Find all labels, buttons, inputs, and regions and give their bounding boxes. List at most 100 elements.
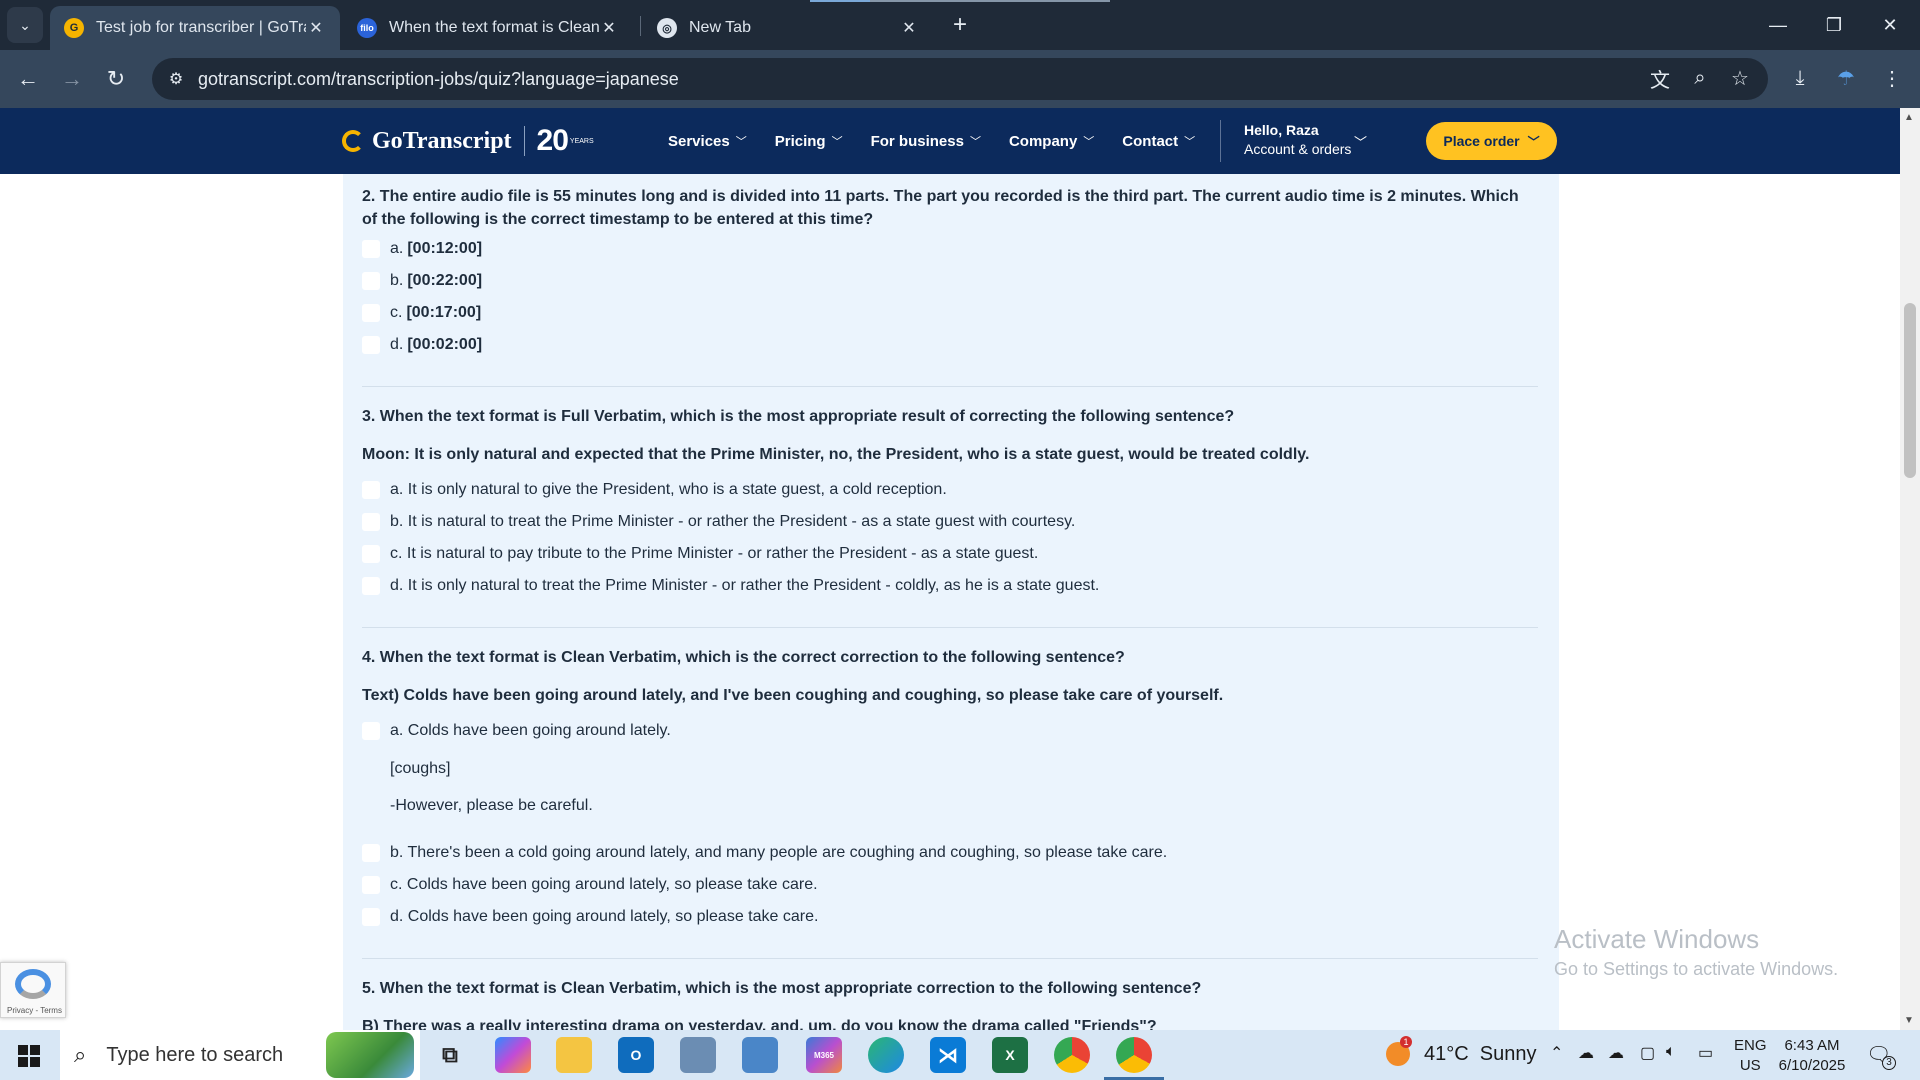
q3-option-d[interactable]: d. It is only natural to treat the Prime…: [362, 575, 1099, 597]
q4-option-a-line2: [coughs]: [390, 760, 451, 777]
recaptcha-terms[interactable]: Privacy - Terms: [7, 1006, 62, 1015]
tune-icon[interactable]: ⚙: [164, 69, 188, 89]
tab-new-tab[interactable]: ◎ New Tab ✕: [643, 6, 933, 50]
zoom-button[interactable]: ⌕: [1680, 58, 1720, 98]
minimize-button[interactable]: —: [1750, 0, 1806, 50]
tab-title: New Tab: [689, 19, 751, 36]
q3-option-b[interactable]: b. It is natural to treat the Prime Mini…: [362, 511, 1075, 533]
url-text[interactable]: gotranscript.com/transcription-jobs/quiz…: [198, 69, 679, 90]
checkbox[interactable]: [362, 577, 380, 595]
tab-gotranscript[interactable]: G Test job for transcriber | GoTran ✕: [50, 6, 340, 50]
option-text: [00:22:00]: [407, 272, 483, 289]
q3-option-a[interactable]: a. It is only natural to give the Presid…: [362, 479, 947, 501]
windows-start-icon[interactable]: [18, 1045, 40, 1067]
q4-option-a[interactable]: a. Colds have been going around lately.: [362, 720, 671, 742]
checkbox[interactable]: [362, 272, 380, 290]
checkbox[interactable]: [362, 876, 380, 894]
onedrive-icon[interactable]: ☁: [1608, 1043, 1624, 1063]
nav-for-business[interactable]: For business ﹀: [871, 133, 981, 150]
checkbox[interactable]: [362, 908, 380, 926]
battery-icon[interactable]: ▭: [1698, 1043, 1713, 1063]
option-text: c. It is natural to pay tribute to the P…: [390, 545, 1039, 562]
nav-pricing[interactable]: Pricing ﹀: [775, 133, 843, 150]
download-button[interactable]: ⤓: [1780, 58, 1820, 98]
weather-widget[interactable]: 1 41°C Sunny: [1386, 1036, 1537, 1066]
option-text: b. It is natural to treat the Prime Mini…: [390, 513, 1076, 530]
input-language[interactable]: ENG US: [1734, 1036, 1767, 1076]
option-letter: c.: [390, 304, 403, 321]
question-divider: [362, 627, 1538, 628]
checkbox[interactable]: [362, 240, 380, 258]
address-bar[interactable]: ⚙ gotranscript.com/transcription-jobs/qu…: [152, 58, 1768, 100]
q4-option-c[interactable]: c. Colds have been going around lately, …: [362, 874, 818, 896]
bookmark-button[interactable]: ☆: [1720, 58, 1760, 98]
computer-app-icon[interactable]: [742, 1037, 778, 1073]
checkbox[interactable]: [362, 513, 380, 531]
q4-option-b[interactable]: b. There's been a cold going around late…: [362, 842, 1167, 864]
nav-contact[interactable]: Contact ﹀: [1122, 133, 1195, 150]
recaptcha-badge[interactable]: Privacy - Terms: [0, 962, 66, 1018]
network-app-icon[interactable]: [680, 1037, 716, 1073]
checkbox[interactable]: [362, 545, 380, 563]
tab-search-button[interactable]: ⌄: [7, 7, 43, 43]
scroll-down-icon[interactable]: ▼: [1904, 1015, 1914, 1026]
q2-option-b[interactable]: b. [00:22:00]: [362, 270, 482, 292]
scroll-up-icon[interactable]: ▲: [1904, 112, 1914, 123]
restore-button[interactable]: ❐: [1806, 0, 1862, 50]
file-explorer-icon[interactable]: [556, 1037, 592, 1073]
chrome-favicon-icon: ◎: [657, 18, 677, 38]
q2-option-c[interactable]: c. [00:17:00]: [362, 302, 481, 324]
account-menu[interactable]: Hello, Raza Account & orders: [1244, 122, 1351, 157]
close-icon[interactable]: ✕: [306, 18, 326, 38]
q2-option-a[interactable]: a. [00:12:00]: [362, 238, 482, 260]
filo-favicon-icon: filo: [357, 18, 377, 38]
copilot-icon[interactable]: [495, 1037, 531, 1073]
tray-expand-icon[interactable]: ⌃: [1550, 1043, 1563, 1063]
volume-icon[interactable]: 🔈︎: [1666, 1043, 1676, 1061]
site-logo[interactable]: GoTranscript 20 YEARS: [342, 124, 594, 158]
forward-button[interactable]: →: [54, 61, 90, 97]
notification-center[interactable]: 🗨︎ 3: [1866, 1042, 1896, 1070]
nav-label: Pricing: [774, 132, 826, 150]
nav-company[interactable]: Company ﹀: [1009, 133, 1094, 150]
q4-option-a-line3: -However, please be careful.: [390, 797, 593, 814]
q4-option-d[interactable]: d. Colds have been going around lately, …: [362, 906, 818, 928]
q3-option-c[interactable]: c. It is natural to pay tribute to the P…: [362, 543, 1038, 565]
edge-icon[interactable]: [868, 1037, 904, 1073]
new-tab-button[interactable]: +: [946, 11, 974, 39]
chrome-profile-icon[interactable]: [1116, 1037, 1152, 1073]
checkbox[interactable]: [362, 481, 380, 499]
outlook-icon[interactable]: O: [618, 1037, 654, 1073]
chevron-down-icon[interactable]: ﹀: [1354, 132, 1367, 151]
close-window-button[interactable]: ✕: [1862, 0, 1918, 50]
profile-button[interactable]: ☂: [1826, 58, 1866, 98]
back-arrow-icon: ←: [17, 66, 39, 91]
page-scrollbar[interactable]: ▲ ▼: [1900, 108, 1920, 1030]
vscode-icon[interactable]: ⋊: [930, 1037, 966, 1073]
system-clock[interactable]: 6:43 AM 6/10/2025: [1776, 1036, 1848, 1076]
close-icon[interactable]: ✕: [599, 18, 619, 38]
meet-now-icon[interactable]: ▢: [1640, 1043, 1655, 1063]
onedrive-offline-icon[interactable]: ☁: [1578, 1043, 1594, 1063]
checkbox[interactable]: [362, 844, 380, 862]
chrome-icon[interactable]: [1054, 1037, 1090, 1073]
checkbox[interactable]: [362, 722, 380, 740]
excel-icon[interactable]: X: [992, 1037, 1028, 1073]
option-text: d. It is only natural to treat the Prime…: [390, 577, 1100, 594]
close-icon[interactable]: ✕: [899, 18, 919, 38]
checkbox[interactable]: [362, 336, 380, 354]
q2-option-d[interactable]: d. [00:02:00]: [362, 334, 482, 356]
m365-icon[interactable]: M365: [806, 1037, 842, 1073]
back-button[interactable]: ←: [10, 61, 46, 97]
checkbox[interactable]: [362, 304, 380, 322]
task-view-icon[interactable]: ⧉: [432, 1037, 468, 1073]
tab-separator: [640, 16, 641, 36]
place-order-button[interactable]: Place order ﹀: [1426, 122, 1557, 160]
reload-button[interactable]: ↻: [98, 61, 134, 97]
translate-button[interactable]: 文: [1640, 58, 1680, 98]
search-highlight-image[interactable]: [326, 1032, 414, 1078]
browser-menu-button[interactable]: ⋮: [1872, 58, 1912, 98]
nav-services[interactable]: Services ﹀: [668, 133, 747, 150]
scrollbar-thumb[interactable]: [1904, 303, 1916, 478]
tab-filo[interactable]: filo When the text format is Clean V ✕: [343, 6, 633, 50]
